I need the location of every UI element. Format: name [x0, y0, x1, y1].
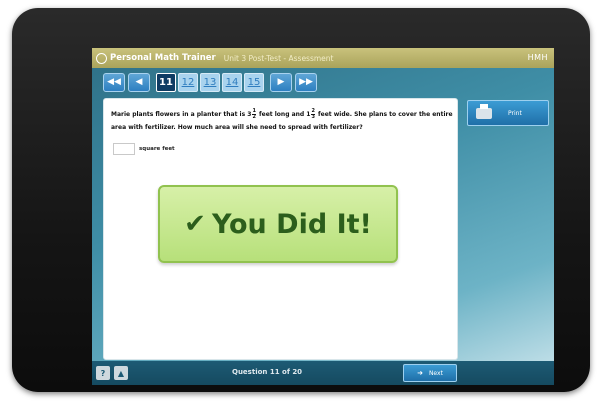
- question-panel: Marie plants flowers in a planter that i…: [103, 98, 458, 360]
- footer-bar: ? ▲ Question 11 of 20 ➜ Next: [92, 361, 554, 385]
- page-number-link[interactable]: 13: [200, 72, 220, 92]
- page-number-link[interactable]: 14: [222, 72, 242, 92]
- success-message: You Did It!: [211, 208, 372, 240]
- double-right-arrow-icon: ▶▶: [299, 77, 313, 87]
- trainer-logo-icon: [96, 52, 107, 64]
- counter-total: 20: [292, 368, 303, 376]
- help-icon: ?: [100, 368, 106, 378]
- last-question-button[interactable]: ▶▶: [295, 72, 317, 92]
- question-text: Marie plants flowers in a planter that i…: [111, 108, 456, 134]
- counter-prefix: Question: [232, 368, 268, 376]
- next-button[interactable]: ➜ Next: [403, 364, 457, 382]
- previous-question-button[interactable]: ◀: [128, 72, 150, 92]
- mixed-fraction: 23: [311, 109, 315, 120]
- check-icon: ✔: [184, 209, 206, 239]
- print-button[interactable]: Print: [467, 100, 549, 126]
- question-text-part: feet long and 1: [259, 111, 311, 118]
- printer-icon: [476, 103, 492, 119]
- fraction-denominator: 3: [311, 114, 315, 120]
- success-banner: ✔ You Did It!: [158, 185, 398, 263]
- next-question-nav-button[interactable]: ▶: [270, 72, 292, 92]
- right-arrow-icon: ▶: [277, 77, 285, 87]
- answer-row: square feet: [113, 143, 175, 155]
- page-numbers: 11 12 13 14 15: [156, 72, 266, 92]
- tools-button[interactable]: ▲: [114, 366, 128, 380]
- app-title: Personal Math Trainer: [110, 53, 216, 63]
- left-arrow-icon: ◀: [135, 77, 143, 87]
- tools-icon: ▲: [117, 368, 125, 378]
- question-navigation: ◀◀ ◀ 11 12 13 14 15 ▶ ▶▶: [103, 71, 320, 93]
- unit-label: square feet: [139, 146, 175, 152]
- counter-of: of: [282, 368, 290, 376]
- next-label: Next: [428, 369, 443, 377]
- help-button[interactable]: ?: [96, 366, 110, 380]
- brand-logo: HMH: [527, 53, 548, 62]
- question-text-part: Marie plants flowers in a planter that i…: [111, 111, 252, 118]
- next-arrow-icon: ➜: [417, 369, 423, 377]
- app-header: Personal Math Trainer Unit 3 Post-Test -…: [92, 48, 554, 68]
- question-counter: Question 11 of 20: [232, 368, 302, 376]
- answer-input[interactable]: [113, 143, 135, 155]
- page-number-current[interactable]: 11: [156, 72, 176, 92]
- first-question-button[interactable]: ◀◀: [103, 72, 125, 92]
- double-left-arrow-icon: ◀◀: [107, 77, 121, 87]
- app-subtitle: Unit 3 Post-Test - Assessment: [223, 53, 334, 63]
- page-number-link[interactable]: 15: [244, 72, 264, 92]
- app-screen: Personal Math Trainer Unit 3 Post-Test -…: [92, 48, 554, 385]
- fraction-denominator: 2: [252, 114, 256, 120]
- mixed-fraction: 12: [252, 109, 256, 120]
- counter-current: 11: [269, 368, 280, 376]
- tablet-device: Personal Math Trainer Unit 3 Post-Test -…: [12, 8, 590, 392]
- print-label: Print: [508, 109, 522, 117]
- page-number-link[interactable]: 12: [178, 72, 198, 92]
